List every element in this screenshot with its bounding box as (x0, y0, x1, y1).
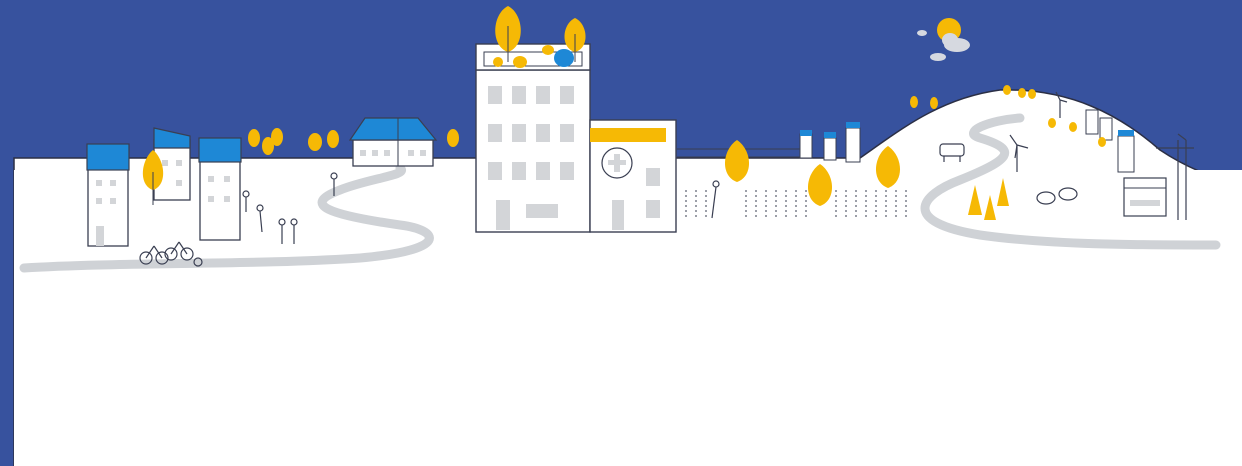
factory (1123, 177, 1167, 217)
house (348, 117, 438, 167)
hospital-wing (589, 119, 677, 233)
landscape-illustration (0, 0, 1242, 466)
apartment-block-3 (198, 137, 242, 241)
apartment-block-1 (86, 143, 130, 247)
hospital-tower (475, 43, 591, 233)
